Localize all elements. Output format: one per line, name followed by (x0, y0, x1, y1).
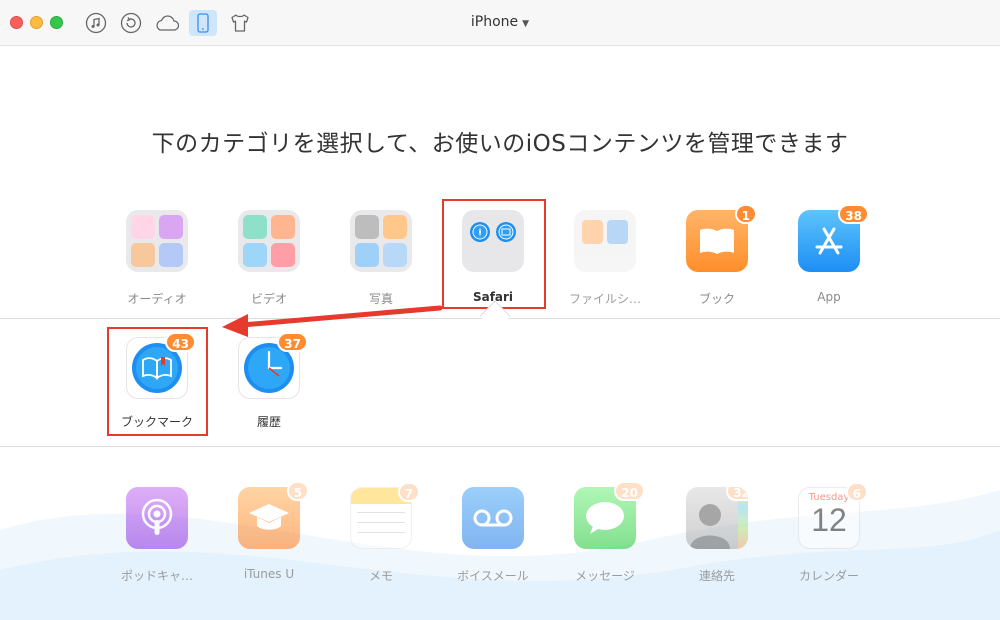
count-badge: 7 (397, 482, 420, 502)
category-itunes-u[interactable]: 5 iTunes U (214, 481, 324, 581)
count-badge: 32 (726, 487, 748, 501)
category-voicemail[interactable]: ボイスメール (438, 487, 548, 584)
count-badge: 6 (845, 482, 868, 502)
category-label: メッセージ (575, 569, 635, 583)
contacts-icon: 32 (686, 487, 748, 549)
category-messages[interactable]: 20 メッセージ (550, 481, 660, 584)
calendar-icon: Tuesday 12 6 (798, 482, 868, 549)
category-label: 連絡先 (698, 569, 735, 583)
calendar-day-number: 12 (811, 502, 847, 538)
count-badge: 20 (614, 481, 645, 501)
category-label: カレンダー (798, 569, 859, 583)
notes-icon: 7 (350, 482, 420, 549)
category-contacts[interactable]: 32 連絡先 (662, 487, 772, 584)
category-notes[interactable]: 7 メモ (326, 482, 436, 584)
itunes-u-icon: 5 (238, 481, 309, 549)
category-label: iTunes U (243, 567, 295, 581)
category-label: ボイスメール (457, 569, 529, 583)
category-label: メモ (368, 569, 393, 583)
category-calendar[interactable]: Tuesday 12 6 カレンダー (774, 482, 884, 584)
category-podcasts[interactable]: ポッドキャ… (102, 487, 212, 584)
voicemail-icon (462, 487, 524, 549)
category-label: ポッドキャ… (120, 569, 193, 583)
podcast-icon (126, 487, 188, 549)
messages-icon: 20 (574, 481, 645, 549)
count-badge: 5 (286, 481, 309, 501)
